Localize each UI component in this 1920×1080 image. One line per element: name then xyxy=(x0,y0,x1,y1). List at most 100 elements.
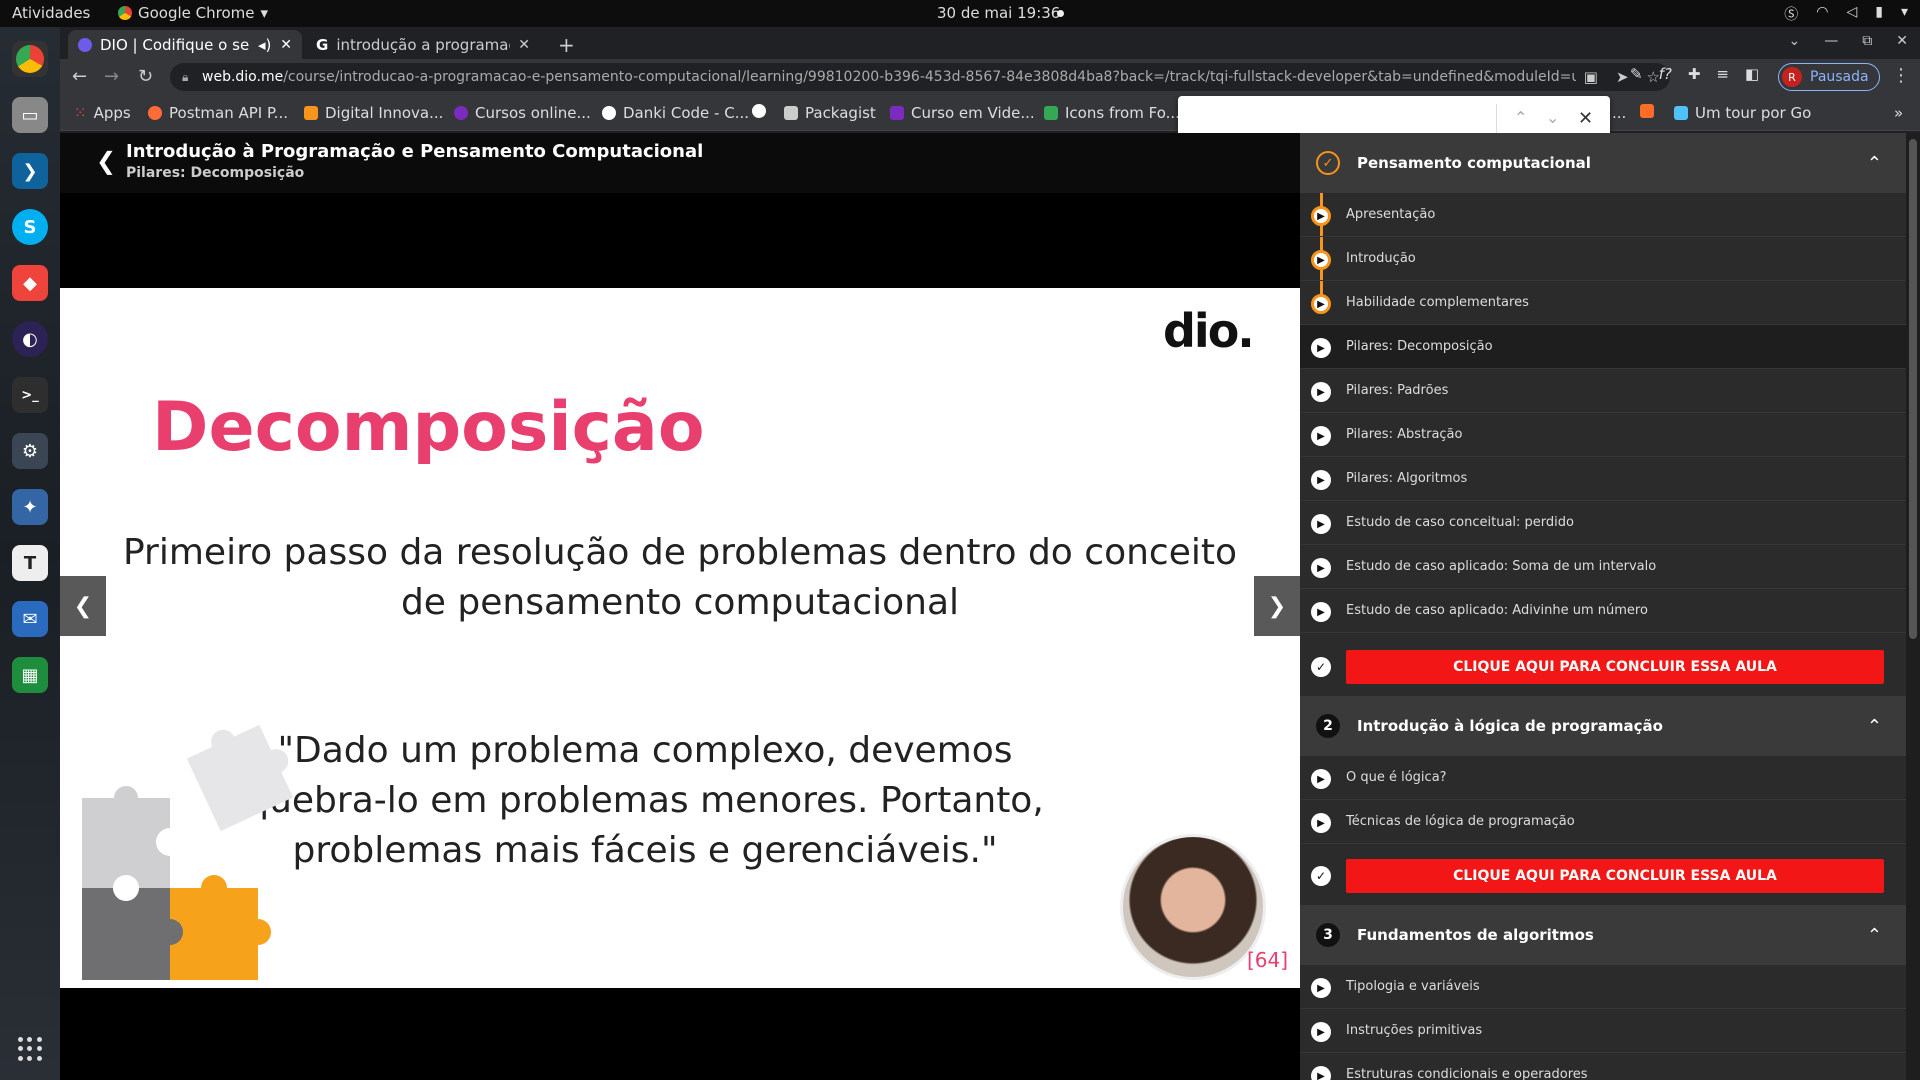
lesson-item[interactable]: ▶ O que é lógica? xyxy=(1300,756,1906,800)
scrollbar-thumb[interactable] xyxy=(1909,139,1917,639)
media-icon[interactable]: ≡ xyxy=(1716,65,1729,83)
find-prev-icon[interactable]: ⌃ xyxy=(1514,108,1527,127)
puzzle-icon[interactable]: ✚ xyxy=(1688,65,1701,83)
terminal-icon[interactable]: >_ xyxy=(12,377,48,413)
forward-arrow-icon[interactable]: → xyxy=(104,66,119,87)
address-bar[interactable]: 🔒︎ web.dio.me/course/introducao-a-progra… xyxy=(170,63,1670,91)
close-find-icon[interactable]: ✕ xyxy=(1578,108,1593,129)
bookmark-danki[interactable]: Danki Code - C... xyxy=(602,104,749,122)
dock: ▭ ❯ S ◆ ◐ >_ ⚙ ✦ T ✉ ▦ xyxy=(0,27,60,1080)
app-menu[interactable]: Google Chrome ▾ xyxy=(118,4,268,22)
lesson-item[interactable]: ▶ Pilares: Abstração xyxy=(1300,413,1906,457)
browser-chrome: DIO | Codifique o seu f ◂) ✕ G introduçã… xyxy=(60,27,1920,133)
tab-google[interactable]: G introdução a programaçã ✕ xyxy=(306,30,540,60)
find-next-icon[interactable]: ⌄ xyxy=(1546,108,1559,127)
send-icon[interactable]: ➤ xyxy=(1616,68,1629,86)
lesson-item[interactable]: ▶ Tipologia e variáveis xyxy=(1300,965,1906,1009)
spreadsheet-icon[interactable]: ▦ xyxy=(12,657,48,693)
speaker-icon[interactable]: ◂) xyxy=(258,36,271,54)
back-chevron-icon[interactable]: ❮ xyxy=(96,147,116,175)
bookmark-postman[interactable]: Postman API P... xyxy=(148,104,288,122)
lesson-item[interactable]: ▶ Técnicas de lógica de programação xyxy=(1300,800,1906,844)
tab-search-icon[interactable]: ⌄ xyxy=(1789,33,1801,49)
skype-icon[interactable]: S xyxy=(12,209,48,245)
bookmark-tour[interactable]: Um tour por Go xyxy=(1674,104,1811,122)
reload-icon[interactable]: ↻ xyxy=(138,66,153,87)
sidebar-scrollbar[interactable] xyxy=(1906,133,1920,1080)
close-icon[interactable]: ✕ xyxy=(280,37,292,53)
eclipse-icon[interactable]: ◐ xyxy=(12,321,48,357)
settings-gear-icon[interactable]: ⚙ xyxy=(12,433,48,469)
module-header-2[interactable]: 2 Introdução à lógica de programação ⌃ xyxy=(1300,696,1906,756)
prev-slide-button[interactable]: ❮ xyxy=(60,576,106,636)
new-tab-button[interactable]: + xyxy=(558,33,575,57)
tool-icon[interactable]: ✦ xyxy=(12,489,48,525)
lesson-item[interactable]: ▶ Apresentação xyxy=(1300,193,1906,237)
bookmark-overflow[interactable]: ... xyxy=(1612,104,1626,122)
back-arrow-icon[interactable]: ← xyxy=(72,66,87,87)
bookmark-apps[interactable]: ⁙ Apps xyxy=(74,104,131,122)
lesson-item[interactable]: ▶ Estudo de caso aplicado: Adivinhe um nú… xyxy=(1300,589,1906,633)
lesson-item[interactable]: ▶ Pilares: Padrões xyxy=(1300,369,1906,413)
module-title: Introdução à lógica de programação xyxy=(1357,717,1663,735)
activities-button[interactable]: Atividades xyxy=(12,4,90,22)
show-apps-icon[interactable] xyxy=(18,1037,42,1061)
bookmark-globe[interactable] xyxy=(752,104,766,118)
minimize-icon[interactable]: — xyxy=(1824,33,1838,49)
sidepanel-icon[interactable]: ◧ xyxy=(1745,65,1759,83)
lesson-item-current[interactable]: ▶ Pilares: Decomposição xyxy=(1300,325,1906,369)
clock[interactable]: 30 de mai 19:36 xyxy=(937,4,1060,22)
lesson-item[interactable]: ▶ Habilidade complementares xyxy=(1300,281,1906,325)
chevron-up-icon[interactable]: ⌃ xyxy=(1867,925,1882,946)
course-header: ❮ Introdução à Programação e Pensamento … xyxy=(60,133,1300,193)
close-window-icon[interactable]: ✕ xyxy=(1896,33,1908,49)
text-editor-icon[interactable]: T xyxy=(12,545,48,581)
lesson-item[interactable]: ▶ Instruções primitivas xyxy=(1300,1009,1906,1053)
skype-tray-icon[interactable]: Ⓢ xyxy=(1784,4,1798,24)
close-icon[interactable]: ✕ xyxy=(518,37,530,53)
chevron-down-icon: ▾ xyxy=(1900,4,1908,20)
lock-icon[interactable]: 🔒︎ xyxy=(182,70,188,85)
bookmarks-bar: ⁙ Apps Postman API P... Digital Innova...… xyxy=(60,95,1920,131)
chevron-up-icon[interactable]: ⌃ xyxy=(1867,716,1882,737)
files-icon[interactable]: ▭ xyxy=(12,97,48,133)
lesson-item[interactable]: ▶ Estruturas condicionais e operadores xyxy=(1300,1053,1906,1080)
kebab-menu-icon[interactable]: ⋮ xyxy=(1892,65,1910,86)
postman-icon xyxy=(148,106,162,120)
play-icon: ▶ xyxy=(1311,382,1331,402)
tab-dio[interactable]: DIO | Codifique o seu f ◂) ✕ xyxy=(68,30,302,60)
conclude-lesson-button[interactable]: CLIQUE AQUI PARA CONCLUIR ESSA AULA xyxy=(1346,650,1884,684)
slide-page-number: [64] xyxy=(1247,948,1289,972)
bookmark-icons[interactable]: Icons from Fo... xyxy=(1044,104,1180,122)
dio-favicon-icon xyxy=(78,38,92,52)
lesson-subtitle: Pilares: Decomposição xyxy=(126,165,305,181)
chrome-icon[interactable] xyxy=(12,41,48,77)
chevron-up-icon[interactable]: ⌃ xyxy=(1867,153,1882,174)
conclude-lesson-button[interactable]: CLIQUE AQUI PARA CONCLUIR ESSA AULA xyxy=(1346,859,1884,893)
lesson-item[interactable]: ▶ Estudo de caso aplicado: Soma de um int… xyxy=(1300,545,1906,589)
bookmark-cursos[interactable]: Cursos online... xyxy=(454,104,591,122)
module-header-1[interactable]: ✓ Pensamento computacional ⌃ xyxy=(1300,133,1906,193)
lesson-item[interactable]: ▶ Pilares: Algoritmos xyxy=(1300,457,1906,501)
profile-button[interactable]: R Pausada xyxy=(1778,63,1880,91)
module-header-3[interactable]: 3 Fundamentos de algoritmos ⌃ xyxy=(1300,905,1906,965)
system-tray[interactable]: Ⓢ ◠ ◁ ▮ ▾ xyxy=(1784,4,1908,24)
anydesk-icon[interactable]: ◆ xyxy=(12,265,48,301)
find-input[interactable] xyxy=(1188,106,1488,134)
lesson-item[interactable]: ▶ Introdução xyxy=(1300,237,1906,281)
bookmark-dio[interactable]: Digital Innova... xyxy=(304,104,443,122)
vscode-icon[interactable]: ❯ xyxy=(12,153,48,189)
window-controls: ⌄ — ⧉ ✕ xyxy=(1789,33,1908,49)
bookmark-packagist[interactable]: Packagist xyxy=(784,104,876,122)
mail-icon[interactable]: ✉ xyxy=(12,601,48,637)
next-slide-button[interactable]: ❯ xyxy=(1254,576,1300,636)
formula-icon[interactable]: f? xyxy=(1659,65,1672,83)
restore-icon[interactable]: ⧉ xyxy=(1862,33,1872,49)
bookmarks-more-icon[interactable]: » xyxy=(1894,104,1903,122)
bookmark-gitlab[interactable] xyxy=(1640,104,1654,118)
bookmark-curso-video[interactable]: Curso em Vide... xyxy=(890,104,1035,122)
install-app-icon[interactable]: ▣ xyxy=(1584,68,1598,86)
video-slide[interactable]: dio. Decomposição Primeiro passo da reso… xyxy=(60,288,1300,988)
lesson-item[interactable]: ▶ Estudo de caso conceitual: perdido xyxy=(1300,501,1906,545)
eyedropper-icon[interactable]: ✎ xyxy=(1630,65,1643,83)
